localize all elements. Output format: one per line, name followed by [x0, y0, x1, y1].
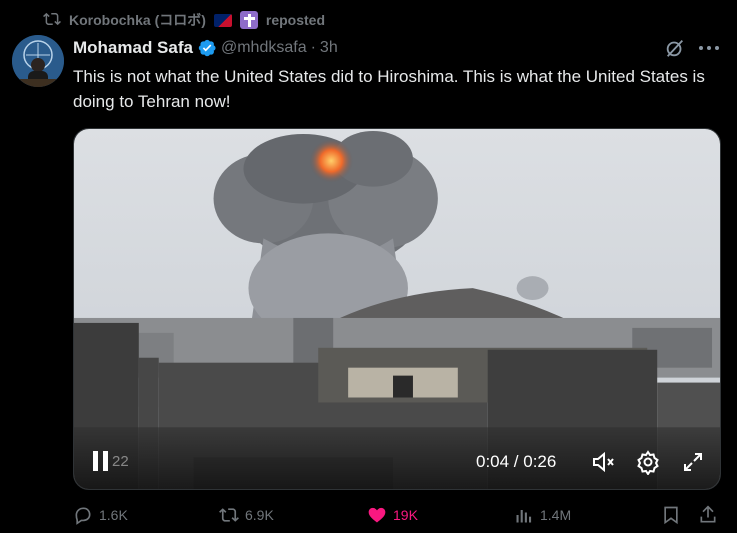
share-icon — [700, 505, 716, 523]
like-button[interactable]: 19K — [367, 505, 418, 525]
post-time[interactable]: 3h — [320, 39, 338, 57]
repost-button[interactable]: 6.9K — [219, 505, 274, 525]
video-controls — [74, 429, 720, 489]
settings-gear-icon[interactable] — [635, 449, 661, 476]
reply-button[interactable]: 1.6K — [73, 505, 128, 525]
verified-badge-icon[interactable] — [197, 38, 217, 58]
separator-dot: · — [310, 39, 316, 56]
author-line: Mohamad Safa @mhdksafa · 3h — [73, 36, 338, 60]
pause-button[interactable] — [93, 451, 111, 473]
views-chart-icon — [516, 510, 532, 523]
repost-count: 6.9K — [245, 507, 274, 523]
like-count: 19K — [393, 507, 418, 523]
views-count: 1.4M — [540, 507, 572, 523]
views-button[interactable]: 1.4M — [514, 505, 571, 525]
retweet-icon — [219, 508, 239, 522]
reposter-name[interactable]: Korobochka (コロボ) — [69, 10, 206, 30]
mute-icon[interactable] — [590, 449, 616, 475]
video-timecode: 0:04 / 0:26 — [476, 452, 557, 471]
author-name[interactable]: Mohamad Safa — [73, 38, 193, 58]
video-player[interactable]: 22 0:04 / 0:26 — [73, 128, 721, 490]
heart-icon — [368, 507, 386, 523]
fullscreen-icon[interactable] — [680, 449, 706, 475]
repost-label: reposted — [265, 12, 326, 28]
share-button[interactable] — [698, 505, 718, 525]
repost-header: Korobochka (コロボ) reposted — [43, 9, 325, 31]
bookmark-icon — [664, 506, 678, 525]
avatar[interactable] — [12, 35, 64, 87]
action-bar: 1.6K 6.9K 19K 1.4M — [73, 505, 723, 533]
grok-icon[interactable] — [664, 37, 686, 59]
cross-icon — [239, 11, 258, 29]
tweet-text: This is not what the United States did t… — [73, 67, 705, 111]
more-options-icon[interactable] — [696, 37, 722, 59]
reply-icon — [75, 507, 91, 525]
australia-flag-icon — [213, 13, 232, 27]
reply-count: 1.6K — [99, 507, 128, 523]
repost-icon — [43, 10, 61, 31]
bookmark-button[interactable] — [661, 505, 681, 525]
ghost-timestamp: 22 — [112, 453, 129, 470]
author-handle[interactable]: @mhdksafa — [221, 39, 307, 57]
